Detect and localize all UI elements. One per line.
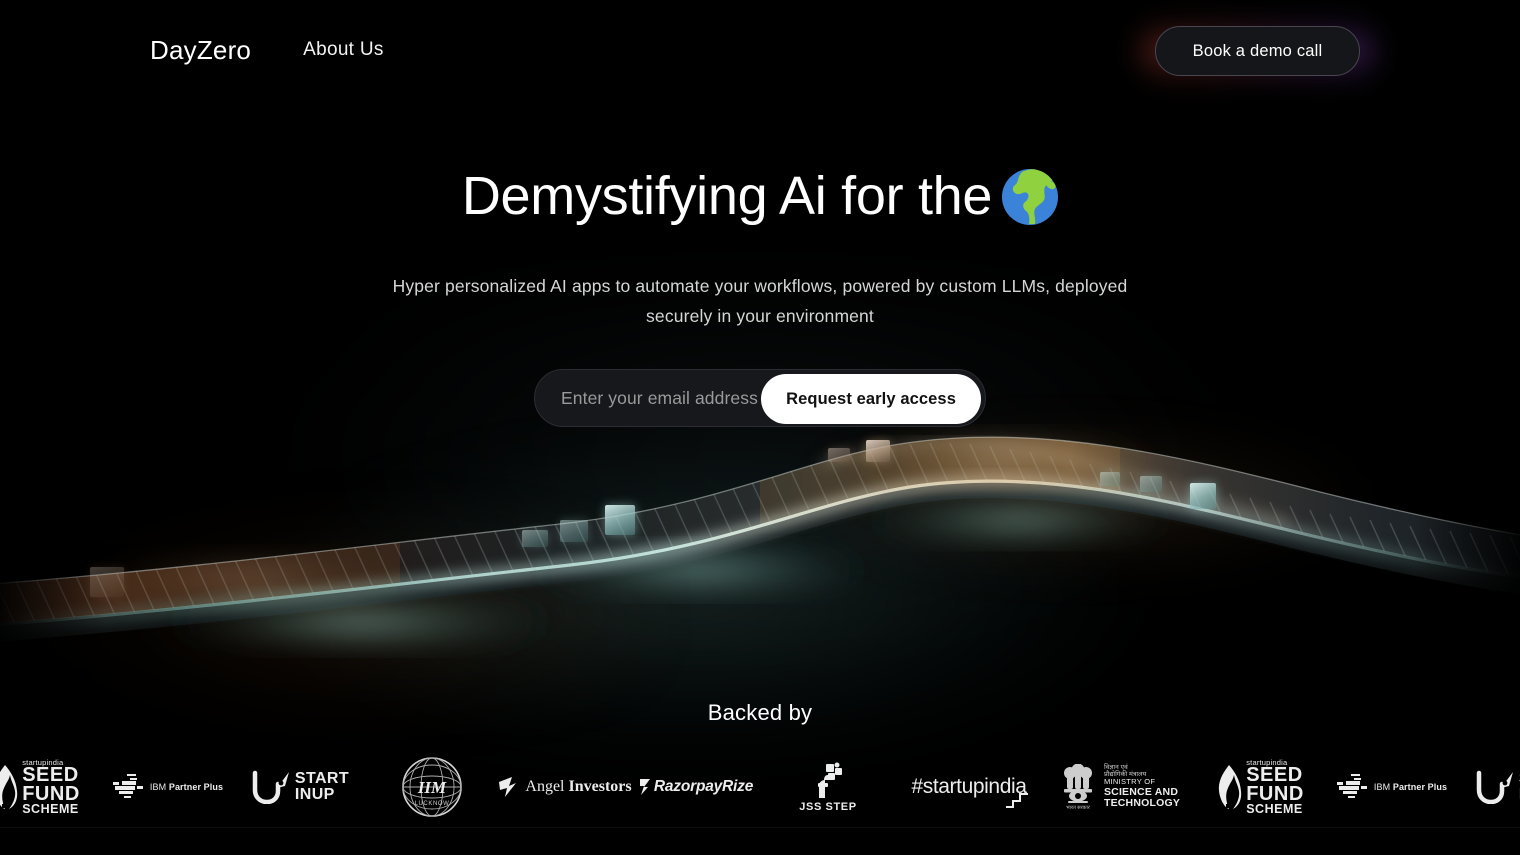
partner-logo-ministry-of-science-and-technology: भारत सरकार विज्ञान एवं प्रौद्योगिकी मंत्र… <box>1044 748 1194 826</box>
partner-logo-start-inup: STARTINUP <box>1458 748 1520 826</box>
belt-cube <box>828 448 850 462</box>
nav-link-about-us[interactable]: About Us <box>303 39 384 61</box>
footer-divider <box>0 827 1520 828</box>
conveyor-belt-artwork <box>0 400 1520 720</box>
belt-cube <box>522 530 548 547</box>
svg-text:भारत सरकार: भारत सरकार <box>1066 805 1091 810</box>
belt-cube <box>90 567 124 597</box>
belt-cube <box>560 520 588 542</box>
hero-subheadline: Hyper personalized AI apps to automate y… <box>365 271 1155 331</box>
main-nav: About Us <box>303 39 384 61</box>
site-header: DayZero About Us <box>0 0 1520 100</box>
partner-logo-angel-investors: Angel Investors <box>498 748 632 826</box>
partner-logo-marquee: startupindia SEED FUND SCHEME IBM Partner P… <box>0 748 1520 826</box>
belt-cube <box>866 440 890 462</box>
brand-logo[interactable]: DayZero <box>150 35 251 66</box>
belt-cube <box>1190 483 1216 509</box>
partner-logo-startup-india-seed-fund-scheme: startupindia SEED FUND SCHEME <box>1194 748 1326 826</box>
page-title: Demystifying Ai for the <box>0 166 1520 226</box>
email-capture-form: Request early access <box>534 369 986 428</box>
belt-cube <box>1100 472 1120 486</box>
partner-logo-track: startupindia SEED FUND SCHEME IBM Partner P… <box>0 748 1520 826</box>
partner-logo-ibm-partner-plus: IBM Partner Plus <box>1326 748 1458 826</box>
partner-logo-start-inup: STARTINUP <box>234 748 366 826</box>
belt-cube <box>605 505 635 535</box>
request-early-access-button[interactable]: Request early access <box>761 374 981 425</box>
belt-cube <box>1140 476 1162 492</box>
partner-logo-jss-step: JSS STEP <box>762 748 894 826</box>
svg-text:LUCKNOW: LUCKNOW <box>415 801 450 807</box>
landing-page: DayZero About Us Book a demo call Demyst… <box>0 0 1520 855</box>
partner-logo-startup-india-seed-fund-scheme: startupindia SEED FUND SCHEME <box>0 748 102 826</box>
partner-logo-ibm-partner-plus: IBM Partner Plus <box>102 748 234 826</box>
partner-logo-razorpay-rize: RazorpayRize <box>630 748 762 826</box>
headline-text: Demystifying Ai for the <box>461 166 993 226</box>
subhead-line-1: Hyper personalized AI apps to automate y… <box>392 276 1051 297</box>
partner-logo-startup-india-hashtag: #startupindia <box>894 748 1044 826</box>
partner-logo-iim-lucknow: IIM LUCKNOW <box>366 748 498 826</box>
backed-by-title: Backed by <box>707 700 813 725</box>
svg-text:IIM: IIM <box>417 778 447 797</box>
globe-americas-emoji <box>1002 169 1059 225</box>
